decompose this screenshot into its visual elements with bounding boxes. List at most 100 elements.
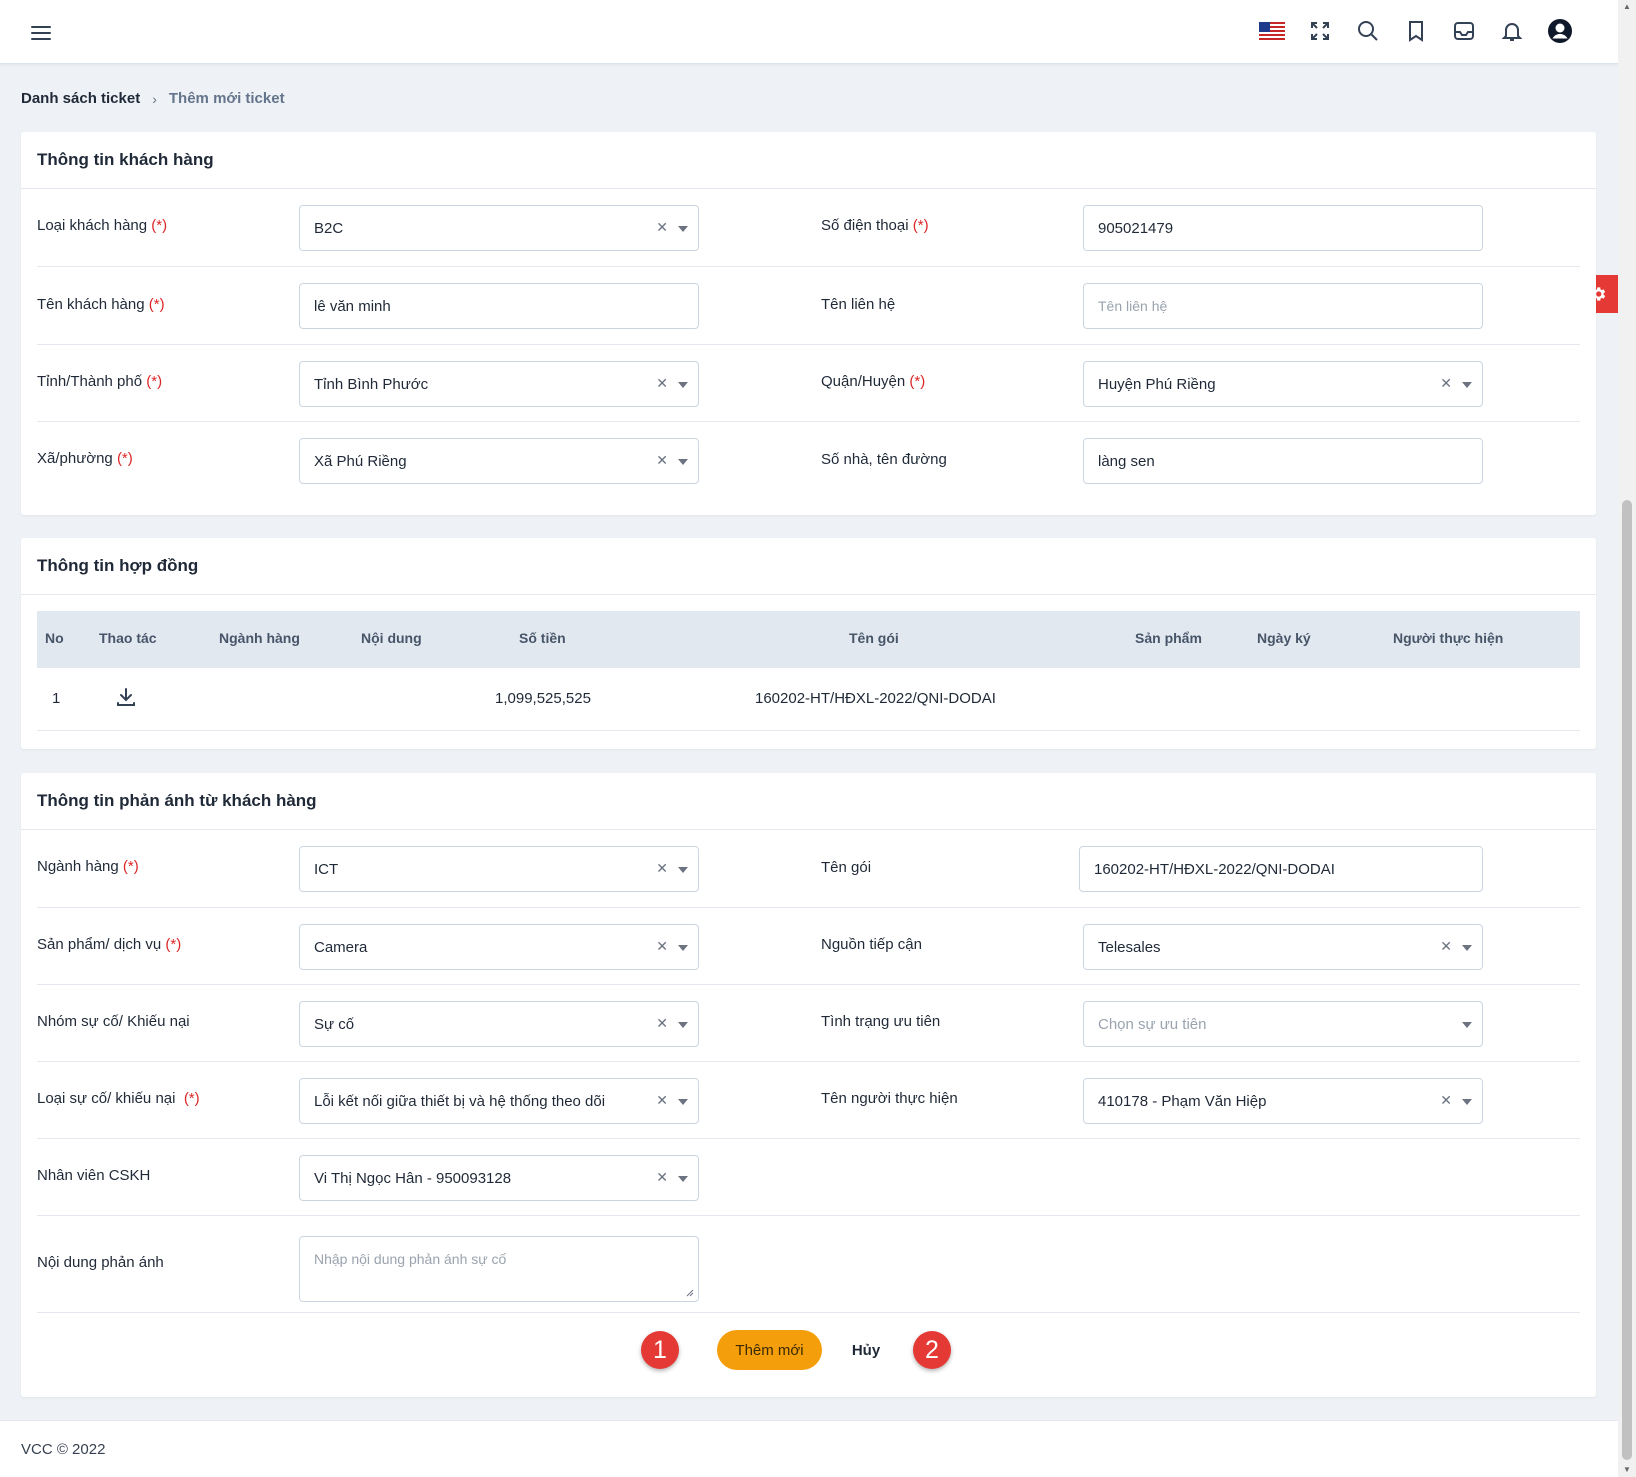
column-header: Thao tác bbox=[99, 630, 157, 646]
clear-icon[interactable]: ✕ bbox=[1440, 938, 1452, 955]
clear-icon[interactable]: ✕ bbox=[656, 860, 668, 877]
column-header: Số tiền bbox=[519, 630, 566, 646]
resize-grip-icon[interactable] bbox=[686, 1289, 694, 1297]
issue-group-select[interactable]: Sự cố ✕ bbox=[299, 1001, 699, 1047]
performer-select[interactable]: 410178 - Phạm Văn Hiệp ✕ bbox=[1083, 1078, 1483, 1124]
caret-down-icon[interactable] bbox=[678, 226, 688, 232]
priority-select[interactable]: Chọn sự ưu tiên bbox=[1083, 1001, 1483, 1047]
caret-down-icon[interactable] bbox=[1462, 945, 1472, 951]
clear-icon[interactable]: ✕ bbox=[656, 452, 668, 469]
phone-input[interactable]: 905021479 bbox=[1083, 205, 1483, 251]
bookmark-icon[interactable] bbox=[1402, 16, 1430, 46]
performer-label: Tên người thực hiện bbox=[821, 1090, 958, 1107]
package-input[interactable]: 160202-HT/HĐXL-2022/QNI-DODAI bbox=[1079, 846, 1483, 892]
annotation-badge-2: 2 bbox=[913, 1331, 951, 1369]
caret-down-icon[interactable] bbox=[1462, 1099, 1472, 1105]
contact-name-placeholder: Tên liên hệ bbox=[1098, 298, 1168, 314]
caret-down-icon[interactable] bbox=[1462, 1022, 1472, 1028]
us-flag-icon[interactable] bbox=[1258, 16, 1286, 46]
caret-down-icon[interactable] bbox=[678, 459, 688, 465]
district-select[interactable]: Huyện Phú Riềng ✕ bbox=[1083, 361, 1483, 407]
feedback-card: Thông tin phản ánh từ khách hàng Ngành h… bbox=[21, 773, 1596, 1397]
download-icon[interactable] bbox=[115, 686, 137, 712]
bell-icon[interactable] bbox=[1498, 16, 1526, 46]
address-input[interactable]: làng sen bbox=[1083, 438, 1483, 484]
customer-name-input[interactable]: lê văn minh bbox=[299, 283, 699, 329]
customer-type-value: B2C bbox=[314, 219, 344, 237]
column-header: Tên gói bbox=[849, 630, 899, 646]
staff-value: Vi Thị Ngọc Hân - 950093128 bbox=[314, 1169, 512, 1187]
form-row: Tên khách hàng (*) lê văn minh Tên liên … bbox=[37, 267, 1580, 345]
clear-icon[interactable]: ✕ bbox=[656, 1015, 668, 1032]
province-select[interactable]: Tỉnh Bình Phước ✕ bbox=[299, 361, 699, 407]
breadcrumb-ticket-list[interactable]: Danh sách ticket bbox=[21, 90, 140, 107]
address-label: Số nhà, tên đường bbox=[821, 451, 947, 468]
clear-icon[interactable]: ✕ bbox=[656, 1092, 668, 1109]
staff-select[interactable]: Vi Thị Ngọc Hân - 950093128 ✕ bbox=[299, 1155, 699, 1201]
clear-icon[interactable]: ✕ bbox=[656, 375, 668, 392]
chevron-right-icon: › bbox=[152, 90, 157, 107]
cell-package: 160202-HT/HĐXL-2022/QNI-DODAI bbox=[755, 690, 996, 707]
form-row: Sản phẩm/ dịch vụ (*) Camera ✕ Nguồn tiế… bbox=[37, 908, 1580, 985]
vertical-scrollbar[interactable]: ▲ ▼ bbox=[1618, 0, 1636, 1477]
clear-icon[interactable]: ✕ bbox=[656, 938, 668, 955]
product-select[interactable]: Camera ✕ bbox=[299, 924, 699, 970]
caret-down-icon[interactable] bbox=[678, 867, 688, 873]
form-row: Nhân viên CSKH Vi Thị Ngọc Hân - 9500931… bbox=[37, 1139, 1580, 1216]
issue-group-value: Sự cố bbox=[314, 1015, 355, 1033]
caret-down-icon[interactable] bbox=[678, 1022, 688, 1028]
customer-name-value: lê văn minh bbox=[314, 297, 391, 315]
contact-name-input[interactable]: Tên liên hệ bbox=[1083, 283, 1483, 329]
form-row: Tỉnh/Thành phố (*) Tỉnh Bình Phước ✕ Quậ… bbox=[37, 345, 1580, 422]
form-row: Nhóm sự cố/ Khiếu nại Sự cố ✕ Tình trạng… bbox=[37, 985, 1580, 1062]
form-row: Loại sự cố/ khiếu nại (*) Lỗi kết nối gi… bbox=[37, 1062, 1580, 1139]
header-actions bbox=[1258, 16, 1574, 46]
caret-down-icon[interactable] bbox=[678, 382, 688, 388]
phone-label: Số điện thoại (*) bbox=[821, 217, 929, 234]
submit-button[interactable]: Thêm mới bbox=[717, 1330, 822, 1370]
content-textarea[interactable]: Nhập nội dung phản ánh sự cố bbox=[299, 1236, 699, 1302]
clear-icon[interactable]: ✕ bbox=[1440, 1092, 1452, 1109]
issue-type-label: Loại sự cố/ khiếu nại (*) bbox=[37, 1090, 200, 1107]
column-header: Ngành hàng bbox=[219, 630, 300, 646]
source-select[interactable]: Telesales ✕ bbox=[1083, 924, 1483, 970]
feedback-title: Thông tin phản ánh từ khách hàng bbox=[21, 773, 1596, 830]
source-label: Nguồn tiếp cận bbox=[821, 936, 922, 953]
customer-type-select[interactable]: B2C ✕ bbox=[299, 205, 699, 251]
form-row: Loại khách hàng (*) B2C ✕ Số điện thoại … bbox=[37, 189, 1580, 267]
performer-value: 410178 - Phạm Văn Hiệp bbox=[1098, 1092, 1267, 1110]
contract-info-card: Thông tin hợp đồng No Thao tác Ngành hàn… bbox=[21, 538, 1596, 749]
column-header: Nội dung bbox=[361, 630, 422, 646]
source-value: Telesales bbox=[1098, 938, 1161, 956]
issue-type-select[interactable]: Lỗi kết nối giữa thiết bị và hệ thống th… bbox=[299, 1078, 699, 1124]
scrollbar-thumb[interactable] bbox=[1622, 500, 1632, 1460]
footer: VCC © 2022 bbox=[0, 1420, 1618, 1477]
form-row: Nội dung phản ánh Nhập nội dung phản ánh… bbox=[37, 1216, 1580, 1313]
clear-icon[interactable]: ✕ bbox=[656, 219, 668, 236]
ward-select[interactable]: Xã Phú Riềng ✕ bbox=[299, 438, 699, 484]
caret-down-icon[interactable] bbox=[678, 945, 688, 951]
menu-icon[interactable] bbox=[28, 20, 54, 46]
caret-down-icon[interactable] bbox=[678, 1176, 688, 1182]
industry-select[interactable]: ICT ✕ bbox=[299, 846, 699, 892]
table-row: 1 1,099,525,525 160202-HT/HĐXL-2022/QNI-… bbox=[37, 668, 1580, 731]
issue-type-value: Lỗi kết nối giữa thiết bị và hệ thống th… bbox=[314, 1092, 606, 1110]
clear-icon[interactable]: ✕ bbox=[656, 1169, 668, 1186]
scroll-down-icon[interactable]: ▼ bbox=[1623, 1465, 1631, 1474]
search-icon[interactable] bbox=[1354, 16, 1382, 46]
ward-label: Xã/phường (*) bbox=[37, 450, 133, 467]
caret-down-icon[interactable] bbox=[1462, 382, 1472, 388]
industry-label: Ngành hàng (*) bbox=[37, 858, 139, 875]
annotation-badge-1: 1 bbox=[641, 1331, 679, 1369]
district-label: Quận/Huyện (*) bbox=[821, 373, 926, 390]
fullscreen-icon[interactable] bbox=[1306, 16, 1334, 46]
province-label: Tỉnh/Thành phố (*) bbox=[37, 373, 163, 390]
user-icon[interactable] bbox=[1546, 16, 1574, 46]
caret-down-icon[interactable] bbox=[678, 1099, 688, 1105]
package-value: 160202-HT/HĐXL-2022/QNI-DODAI bbox=[1094, 860, 1335, 878]
form-row: Xã/phường (*) Xã Phú Riềng ✕ Số nhà, tên… bbox=[37, 422, 1580, 515]
inbox-icon[interactable] bbox=[1450, 16, 1478, 46]
cancel-button[interactable]: Hủy bbox=[838, 1330, 894, 1370]
clear-icon[interactable]: ✕ bbox=[1440, 375, 1452, 392]
scroll-up-icon[interactable]: ▲ bbox=[1623, 2, 1631, 11]
